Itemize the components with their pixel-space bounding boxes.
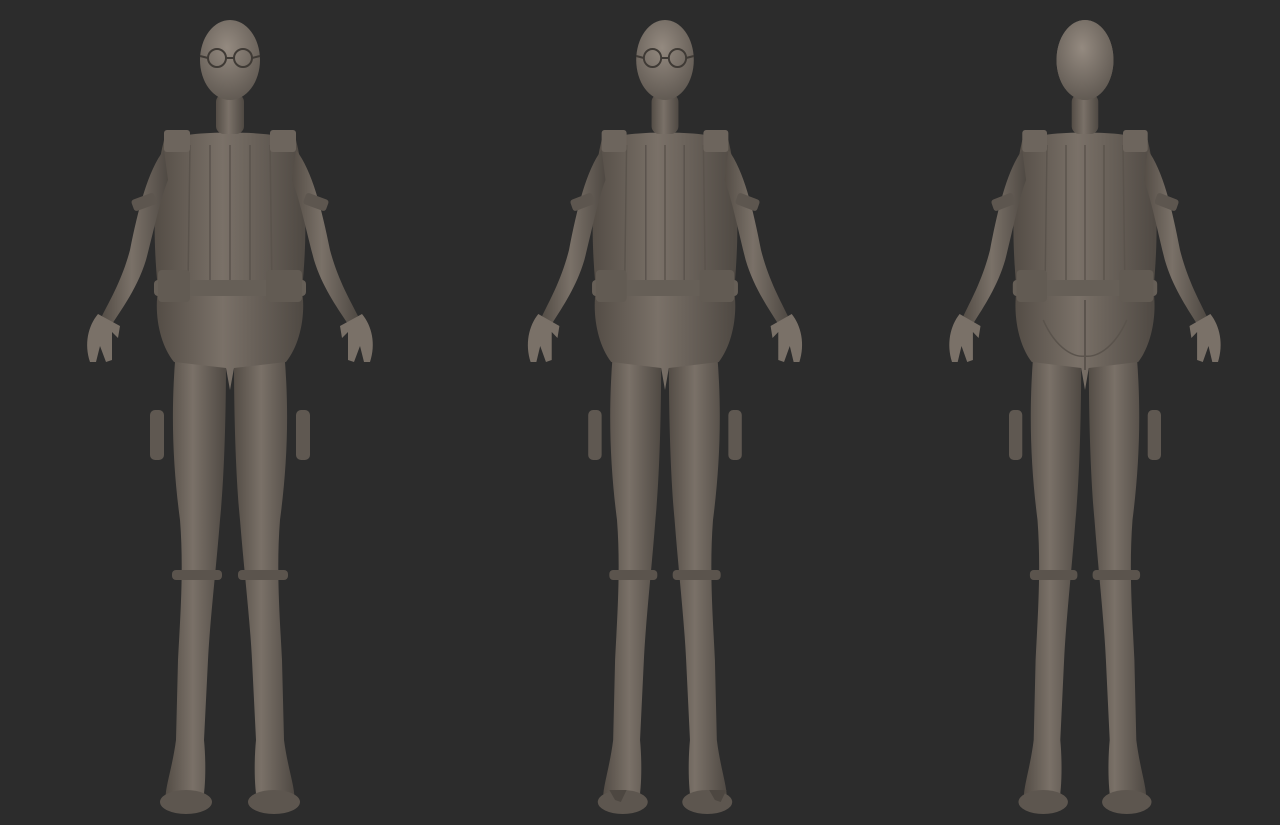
render-canvas (0, 0, 1280, 825)
sculpt-turnaround-render (0, 0, 1280, 825)
